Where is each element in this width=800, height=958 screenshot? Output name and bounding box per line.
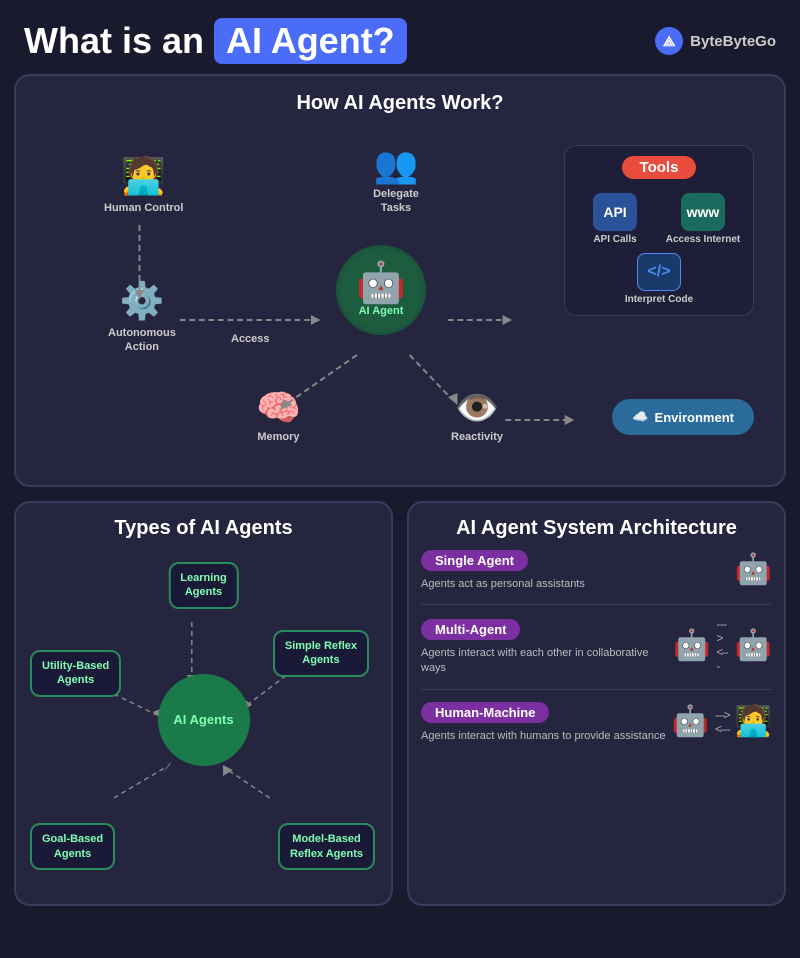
single-agent-row: Single Agent Agents act as personal assi… [421, 550, 772, 592]
learning-agents-box: LearningAgents [168, 562, 238, 609]
human-machine-desc: Agents interact with humans to provide a… [421, 729, 666, 744]
delegate-tasks-label: DelegateTasks [373, 187, 419, 216]
tools-badge: Tools [622, 156, 697, 179]
single-agent-robots: 🤖 [735, 552, 772, 587]
header: What is an AI Agent? ⟁ ByteByteGo [0, 0, 800, 74]
brand-name: ByteByteGo [690, 33, 776, 50]
single-agent-item: Single Agent Agents act as personal assi… [421, 550, 772, 605]
interpret-code-label: Interpret Code [625, 294, 693, 305]
multi-agent-robot1: 🤖 [673, 628, 710, 663]
brand: ⟁ ByteByteGo [655, 27, 776, 55]
page-title: What is an AI Agent? [24, 18, 407, 64]
human-machine-human: 🧑‍💻 [735, 704, 772, 739]
memory-item: 🧠 Memory [256, 390, 301, 444]
ai-agent-robot-icon: 🤖 [356, 263, 406, 303]
how-agents-diagram: 🧑‍💻 Human Control ⚙️ AutonomousAction 👥 … [36, 125, 764, 465]
access-internet-label: Access Internet [666, 234, 740, 245]
types-center-label: AI Agents [173, 712, 233, 728]
human-control-label: Human Control [104, 201, 183, 215]
how-agents-work-section: How AI Agents Work? [14, 74, 786, 487]
multi-agent-item: Multi-Agent Agents interact with each ot… [421, 617, 772, 690]
code-icon: </> [637, 253, 681, 291]
environment-cloud: ☁️ Environment [612, 399, 754, 435]
reactivity-item: 👁️ Reactivity [451, 390, 503, 444]
types-section: Types of AI Agents [14, 501, 393, 906]
brand-icon: ⟁ [655, 27, 683, 55]
types-diagram: AI Agents LearningAgents Simple ReflexAg… [28, 550, 379, 890]
gear-icon: ⚙️ [120, 280, 165, 322]
tools-grid: API API Calls www Access Internet </> [575, 193, 743, 305]
types-title: Types of AI Agents [28, 517, 379, 540]
simple-reflex-box: Simple ReflexAgents [273, 630, 369, 677]
human-machine-item: Human-Machine Agents interact with human… [421, 702, 772, 756]
title-prefix: What is an [24, 20, 204, 62]
multi-agent-robots: 🤖 - - -><- - - 🤖 [673, 617, 772, 673]
tools-box: Tools API API Calls www Access Internet [564, 145, 754, 316]
memory-icon: 🧠 [256, 390, 301, 426]
multi-agent-badge: Multi-Agent [421, 619, 520, 640]
delegate-tasks-item: 👥 DelegateTasks [346, 147, 446, 216]
memory-label: Memory [257, 430, 299, 444]
types-center-circle: AI Agents [158, 674, 250, 766]
human-machine-robots: 🤖 - - -><- - - 🧑‍💻 [672, 704, 772, 739]
model-based-box: Model-BasedReflex Agents [278, 823, 375, 870]
human-machine-robot: 🤖 [672, 704, 709, 739]
single-agent-left: Single Agent Agents act as personal assi… [421, 550, 585, 592]
ai-agent-label: AI Agent [359, 305, 404, 317]
human-machine-row: Human-Machine Agents interact with human… [421, 702, 772, 744]
main-content: How AI Agents Work? [0, 74, 800, 920]
interpret-code-tool: </> Interpret Code [575, 253, 743, 305]
single-agent-desc: Agents act as personal assistants [421, 577, 585, 592]
ai-agent-center: 🤖 AI Agent [336, 245, 426, 335]
human-machine-left: Human-Machine Agents interact with human… [421, 702, 666, 744]
arch-title: AI Agent System Architecture [421, 517, 772, 540]
title-highlight: AI Agent? [214, 18, 407, 64]
human-machine-arrow: - - -><- - - [715, 708, 729, 736]
environment-label: Environment [655, 410, 734, 425]
delegate-icon: 👥 [374, 147, 419, 183]
api-calls-label: API Calls [593, 234, 636, 245]
reactivity-icon: 👁️ [455, 390, 500, 426]
goal-based-box: Goal-BasedAgents [30, 823, 115, 870]
reactivity-label: Reactivity [451, 430, 503, 444]
multi-agent-robot2: 🤖 [735, 628, 772, 663]
autonomous-action-label: AutonomousAction [108, 326, 176, 355]
how-agents-work-title: How AI Agents Work? [36, 92, 764, 115]
human-control-icon: 🧑‍💻 [121, 155, 166, 197]
multi-agent-row: Multi-Agent Agents interact with each ot… [421, 617, 772, 677]
single-agent-badge: Single Agent [421, 550, 528, 571]
multi-agent-arrow: - - -><- - - [716, 617, 728, 673]
www-icon: www [681, 193, 725, 231]
autonomous-action-item: ⚙️ AutonomousAction [108, 280, 176, 355]
human-machine-badge: Human-Machine [421, 702, 549, 723]
api-calls-tool: API API Calls [575, 193, 655, 245]
single-agent-robot-icon: 🤖 [735, 552, 772, 587]
access-label: Access [231, 333, 270, 345]
multi-agent-desc: Agents interact with each other in colla… [421, 646, 673, 677]
multi-agent-left: Multi-Agent Agents interact with each ot… [421, 619, 673, 677]
cloud-icon: ☁️ [632, 409, 648, 425]
human-control-item: 🧑‍💻 Human Control [104, 155, 183, 215]
access-internet-tool: www Access Internet [663, 193, 743, 245]
api-icon: API [593, 193, 637, 231]
utility-based-box: Utility-BasedAgents [30, 650, 121, 697]
architecture-section: AI Agent System Architecture Single Agen… [407, 501, 786, 906]
bottom-sections: Types of AI Agents [14, 501, 786, 906]
